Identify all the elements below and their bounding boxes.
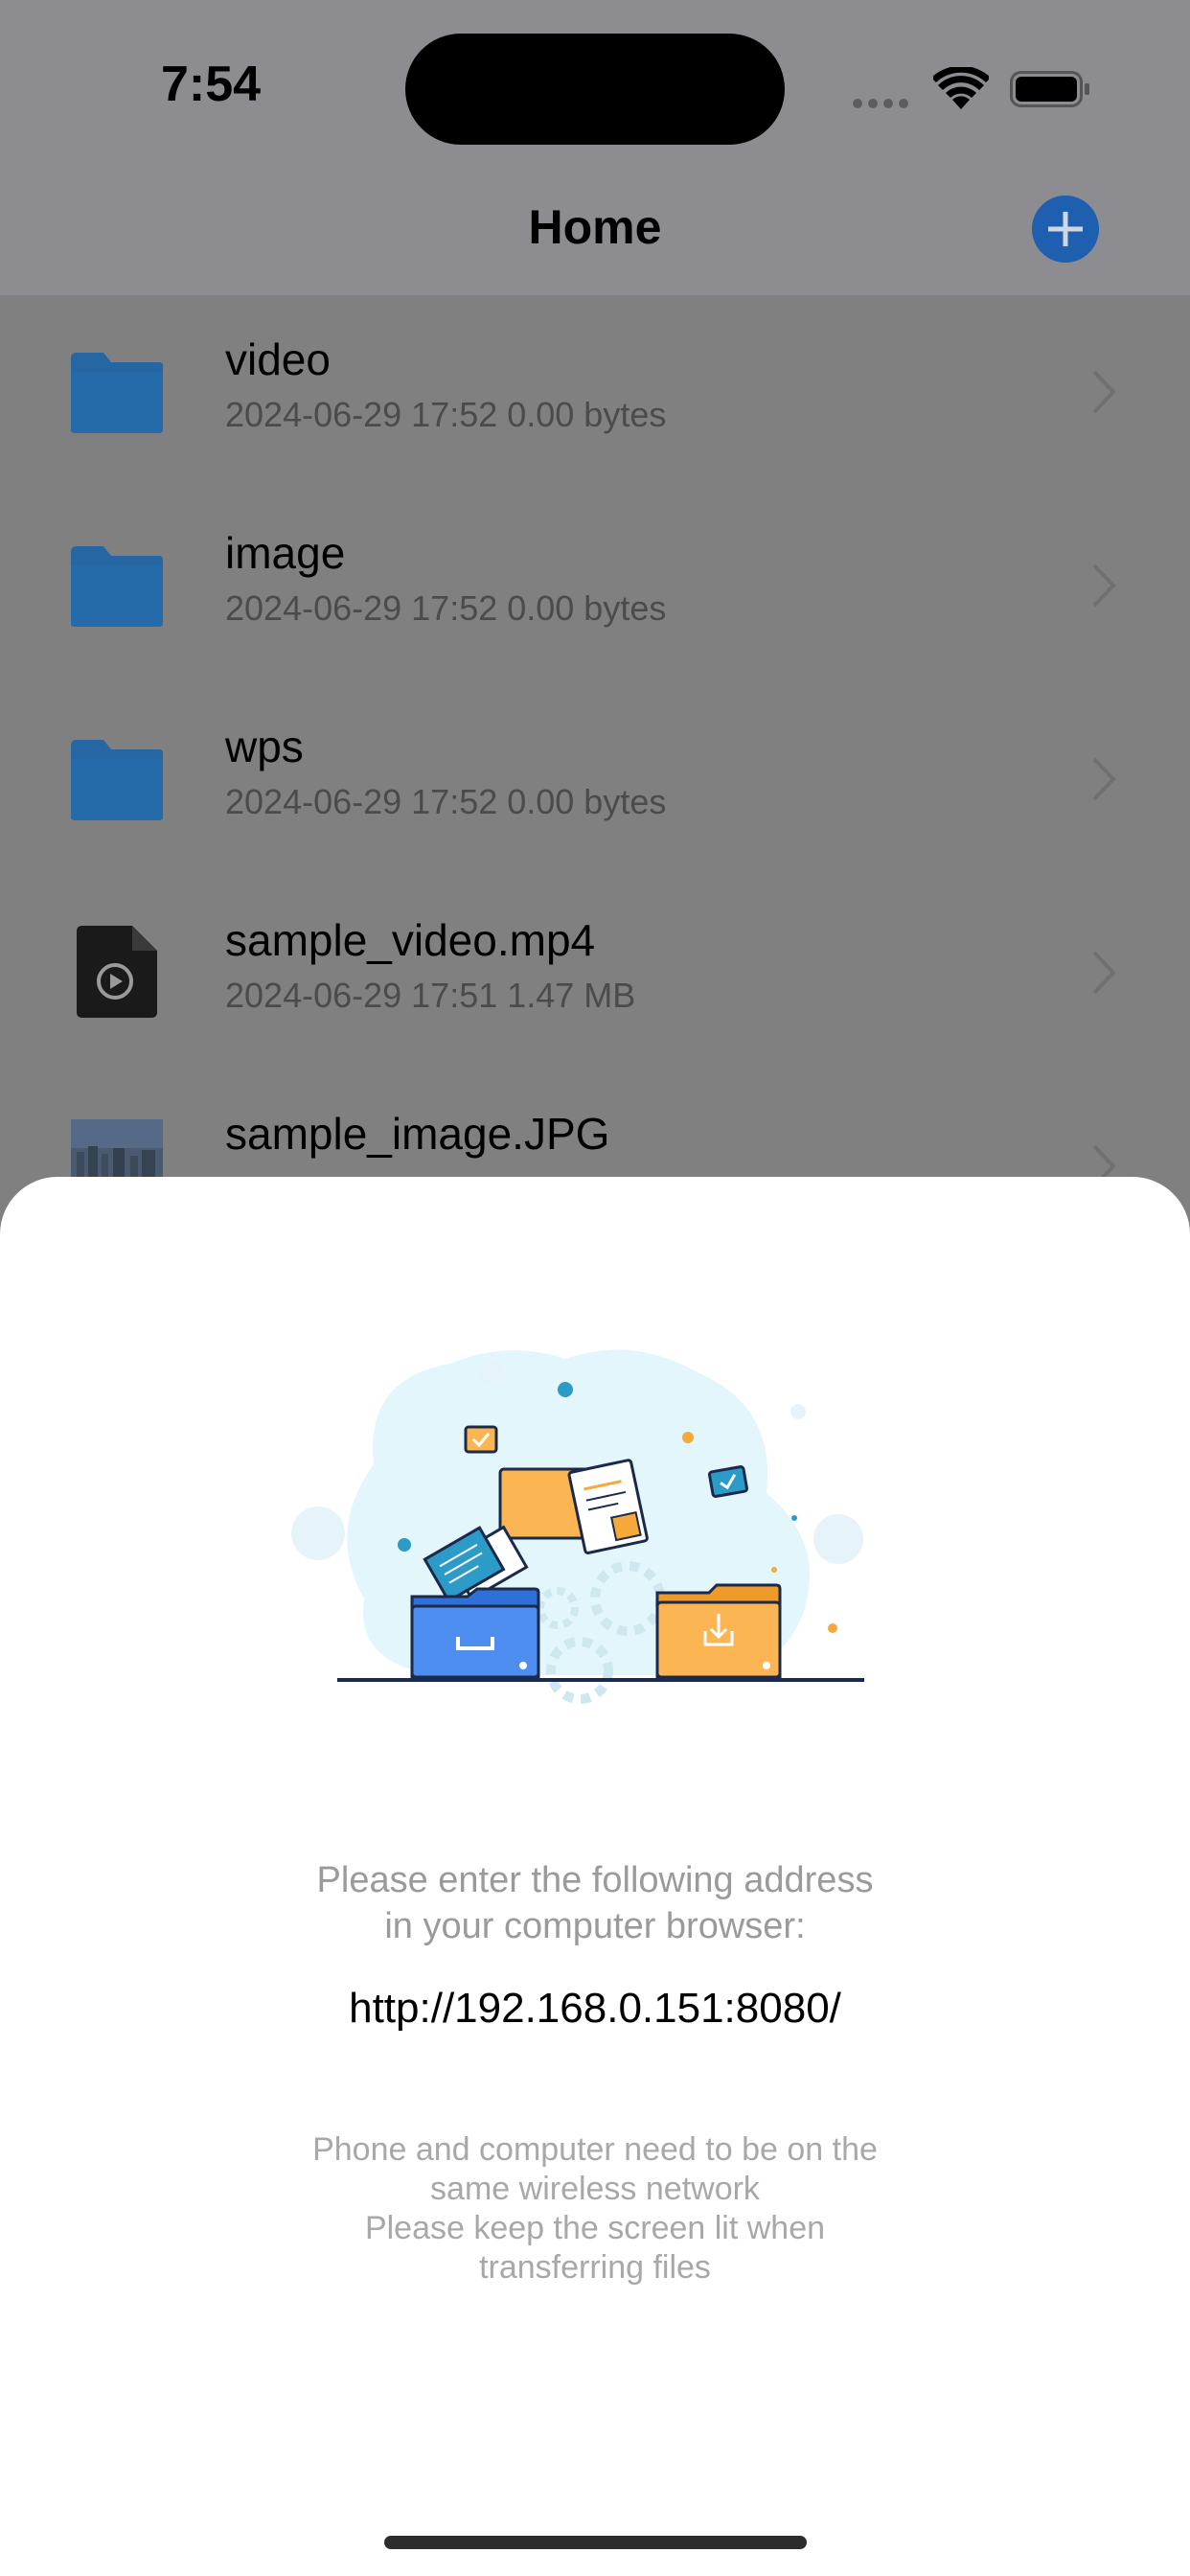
chevron-right-icon — [1092, 370, 1116, 414]
instruction-text: Please enter the following address in yo… — [0, 1857, 1190, 1949]
status-time: 7:54 — [161, 57, 262, 112]
video-file-icon — [77, 926, 157, 1018]
chevron-right-icon — [1092, 564, 1116, 608]
chevron-right-icon — [1092, 951, 1116, 995]
wifi-transfer-sheet: Please enter the following address in yo… — [0, 1177, 1190, 2576]
file-transfer-illustration — [291, 1349, 864, 1704]
battery-icon — [1010, 71, 1089, 107]
note-line: transferring files — [479, 2249, 711, 2286]
folder-icon — [71, 546, 163, 627]
file-meta: 2024-06-29 17:52 0.00 bytes — [225, 782, 667, 821]
file-name: sample_image.JPG — [225, 1109, 610, 1159]
note-line: Please keep the screen lit when — [364, 2210, 826, 2246]
home-indicator[interactable] — [384, 2536, 807, 2549]
note-line: Phone and computer need to be on the — [312, 2131, 878, 2168]
folder-icon — [71, 740, 163, 820]
wifi-icon — [933, 67, 989, 109]
file-meta: 2024-06-29 17:51 1.47 MB — [225, 976, 636, 1015]
server-url: http://192.168.0.151:8080/ — [349, 1985, 841, 2032]
image-thumbnail — [71, 1119, 163, 1177]
list-item[interactable]: image 2024-06-29 17:52 0.00 bytes — [0, 489, 1190, 682]
file-name: wps — [225, 722, 304, 771]
instruction-line: Please enter the following address — [316, 1860, 874, 1900]
file-name: video — [225, 334, 331, 384]
note-line: same wireless network — [430, 2171, 760, 2207]
file-name: image — [225, 528, 346, 578]
network-note: Phone and computer need to be on the sam… — [0, 2130, 1190, 2288]
chevron-right-icon — [1092, 757, 1116, 801]
list-item[interactable]: video 2024-06-29 17:52 0.00 bytes — [0, 295, 1190, 489]
dynamic-island — [405, 34, 785, 145]
file-meta: 2024-06-29 17:52 0.00 bytes — [225, 395, 667, 434]
add-button[interactable] — [1032, 196, 1099, 263]
list-item[interactable]: wps 2024-06-29 17:52 0.00 bytes — [0, 682, 1190, 876]
file-name: sample_video.mp4 — [225, 915, 596, 965]
page-title: Home — [528, 200, 662, 254]
instruction-line: in your computer browser: — [384, 1906, 806, 1946]
file-meta: 2024-06-29 17:52 0.00 bytes — [225, 588, 667, 628]
cellular-signal-icon — [853, 96, 914, 113]
list-item[interactable]: sample_video.mp4 2024-06-29 17:51 1.47 M… — [0, 876, 1190, 1070]
folder-icon — [71, 353, 163, 433]
status-bar: 7:54 — [0, 0, 1190, 172]
